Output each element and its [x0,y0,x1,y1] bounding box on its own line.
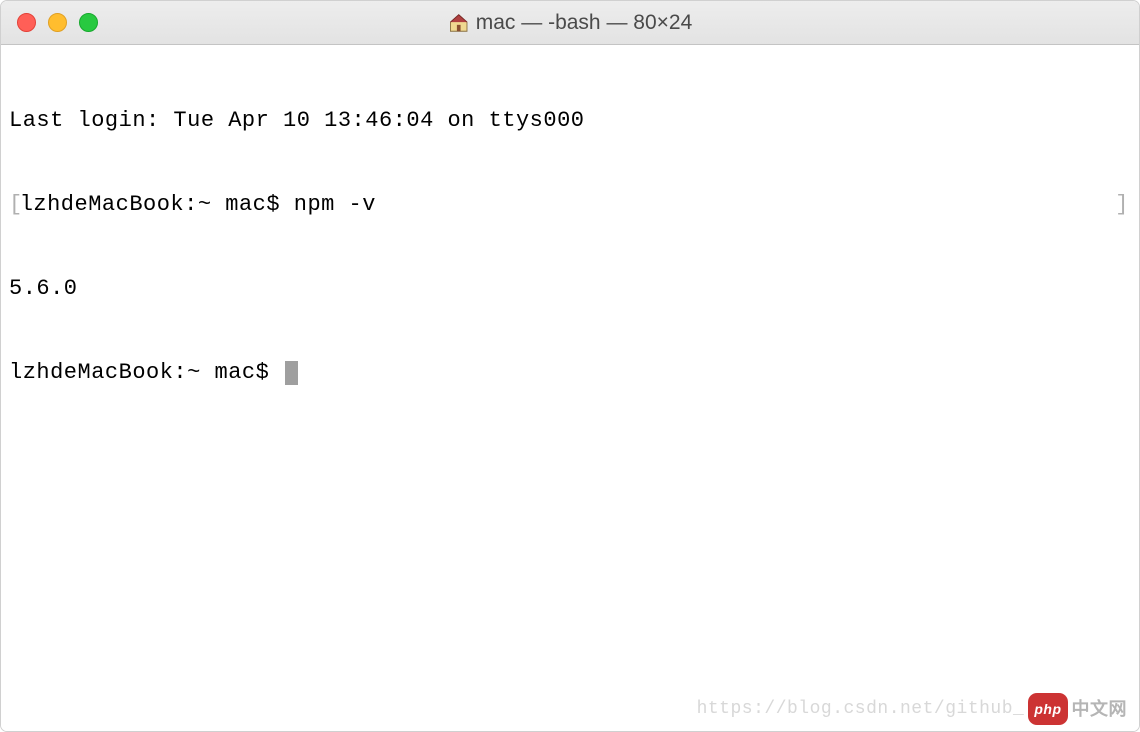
prompt-2: lzhdeMacBook:~ mac$ [9,359,283,387]
home-icon [448,12,470,34]
maximize-button[interactable] [79,13,98,32]
titlebar[interactable]: mac — -bash — 80×24 [1,1,1139,45]
close-button[interactable] [17,13,36,32]
current-prompt-line: lzhdeMacBook:~ mac$ [9,359,1131,387]
bracket-right-icon: ] [1115,191,1129,219]
terminal-window: mac — -bash — 80×24 Last login: Tue Apr … [0,0,1140,732]
last-login-line: Last login: Tue Apr 10 13:46:04 on ttys0… [9,107,1131,135]
minimize-button[interactable] [48,13,67,32]
window-title: mac — -bash — 80×24 [476,11,693,35]
php-badge: php [1028,693,1067,725]
watermark-url: https://blog.csdn.net/github_ [697,695,1025,723]
window-title-container: mac — -bash — 80×24 [448,11,693,35]
output-line-1: 5.6.0 [9,275,1131,303]
cursor [285,361,298,385]
watermark-cn: 中文网 [1072,695,1128,723]
prompt-1: lzhdeMacBook:~ mac$ [20,192,294,217]
terminal-body[interactable]: Last login: Tue Apr 10 13:46:04 on ttys0… [1,45,1139,731]
traffic-lights [1,13,98,32]
command-1: npm -v [294,192,376,217]
command-line-1: [lzhdeMacBook:~ mac$ npm -v] [9,191,1131,219]
watermark: https://blog.csdn.net/github_ php 中文网 [697,693,1127,725]
